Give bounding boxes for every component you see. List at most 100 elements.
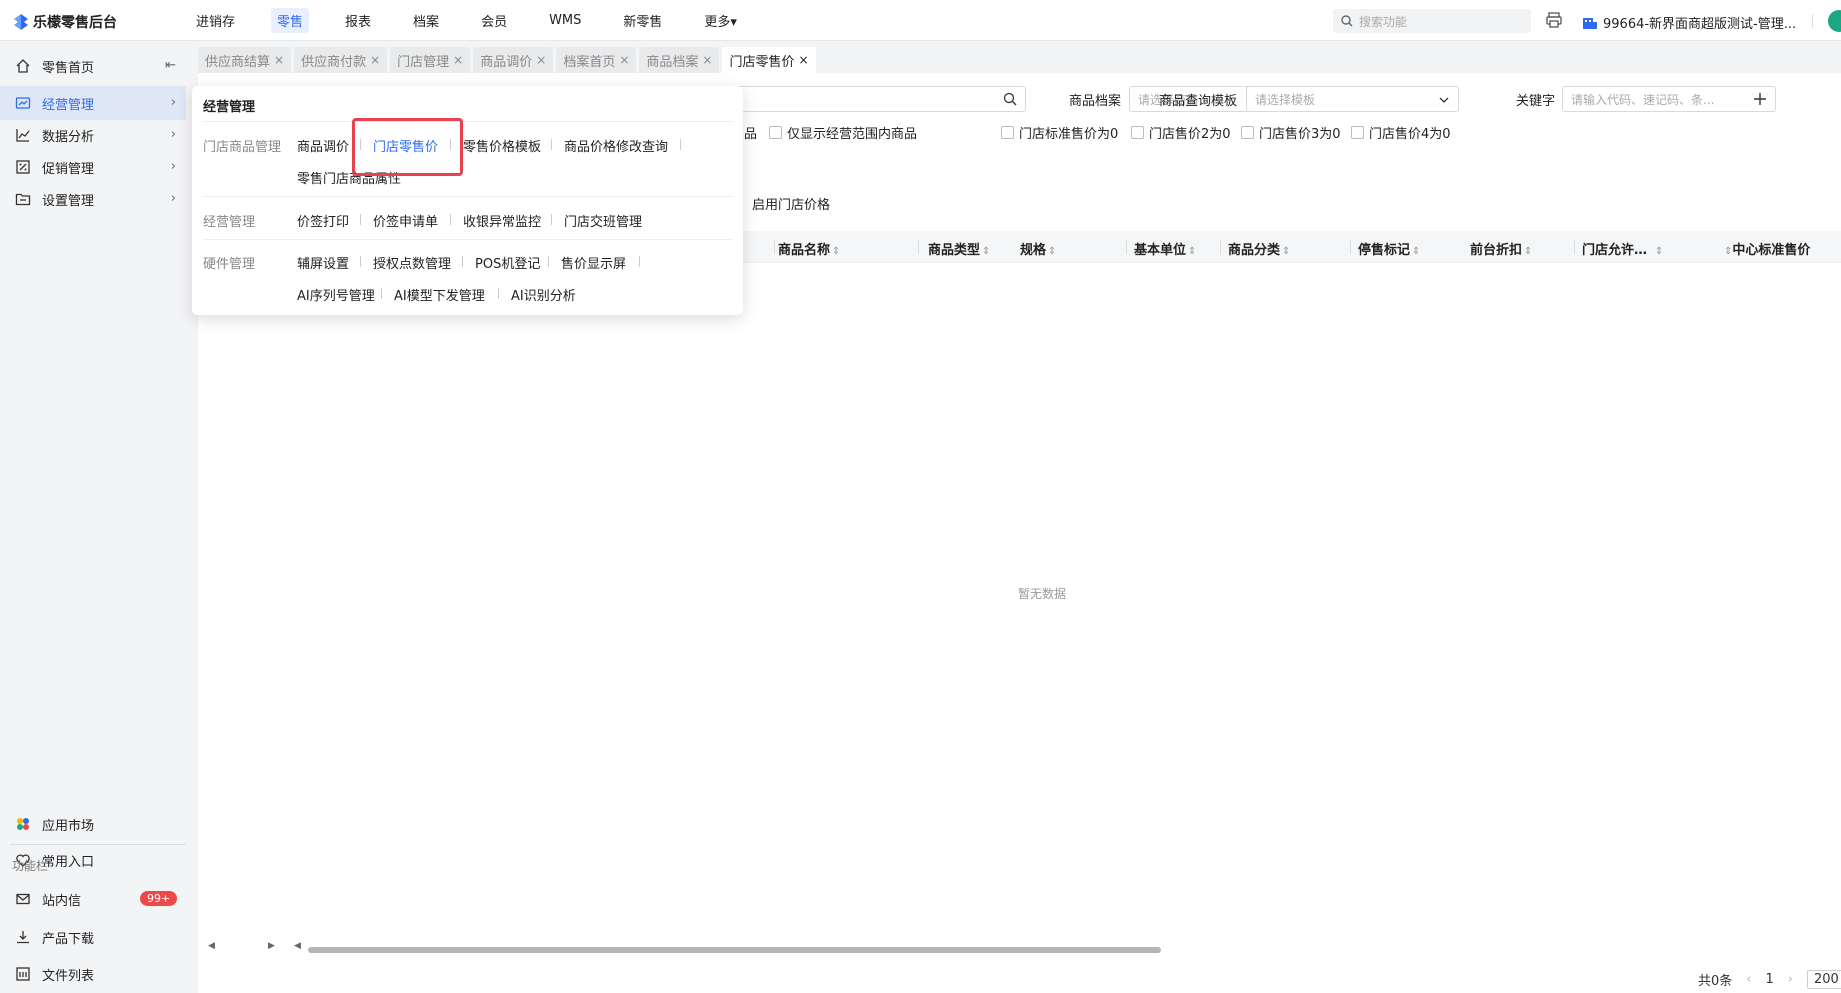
sort-icon[interactable]: ⇕ [1524,246,1532,257]
top-menu-more[interactable]: 更多▾ [698,8,743,33]
sidebar-item-files[interactable]: 文件列表 [0,957,186,991]
price3-zero-checkbox[interactable]: 门店售价3为0 [1241,123,1341,142]
menu-item-cashier-monitor[interactable]: 收银异常监控 [463,211,541,230]
scroll-right-icon[interactable]: ▶ [268,941,275,951]
menu-item-price-change-query[interactable]: 商品价格修改查询 [564,136,668,155]
top-menu-new-retail[interactable]: 新零售 [617,8,668,33]
top-menu-retail[interactable]: 零售 [271,8,310,33]
close-icon[interactable]: × [370,53,380,67]
checkbox-box[interactable] [769,126,782,139]
menu-item-ai-serial[interactable]: AI序列号管理 [297,285,375,304]
column-stop-sale[interactable]: 停售标记 ⇕ [1358,239,1420,258]
scroll-left-icon[interactable]: ◀ [294,941,301,951]
menu-item-ai-model-dispatch[interactable]: AI模型下发管理 [394,285,485,304]
keyword-label: 关键字 [1516,94,1556,109]
std-price-zero-checkbox[interactable]: 门店标准售价为0 [1001,123,1118,142]
close-icon[interactable]: × [274,53,284,67]
collapse-sidebar-icon[interactable]: ⇤ [165,58,176,73]
menu-item-shift-management[interactable]: 门店交班管理 [564,211,642,230]
sidebar-item-operation[interactable]: 经营管理 › [0,86,186,120]
column-category[interactable]: 商品分类 ⇕ [1228,239,1290,258]
price2-zero-checkbox[interactable]: 门店售价2为0 [1131,123,1231,142]
avatar[interactable] [1828,10,1841,32]
app-logo[interactable]: 乐檬零售后台 [14,12,117,32]
column-spec[interactable]: 规格 ⇕ [1020,239,1056,258]
sidebar-item-settings[interactable]: 设置管理 › [0,182,186,216]
store-selector[interactable]: 99664-新界面商超版测试-管理... [1582,13,1796,32]
sidebar-item-downloads[interactable]: 产品下载 [0,920,186,954]
sidebar-item-app-market[interactable]: 应用市场 [0,807,186,841]
menu-item-retail-price-template[interactable]: 零售价格模板 [463,136,541,155]
sort-icon[interactable]: ⇕ [1048,246,1056,257]
sort-icon[interactable]: ⇕ [982,246,990,257]
top-menu-inventory[interactable]: 进销存 [190,8,241,33]
top-menu-wms[interactable]: WMS [543,10,587,31]
sort-icon[interactable]: ⇕ [832,246,840,257]
menu-item-price-adjust[interactable]: 商品调价 [297,136,349,155]
close-icon[interactable]: × [619,53,629,67]
menu-item-price-display[interactable]: 售价显示屏 [561,253,626,272]
page-size-select[interactable]: 200 [1806,970,1841,989]
checkbox-box[interactable] [1241,126,1254,139]
next-page-icon[interactable]: › [1788,972,1793,987]
sidebar-item-messages[interactable]: 站内信 99+ [0,882,186,916]
top-menu-archive[interactable]: 档案 [407,8,445,33]
search-icon [1003,92,1017,106]
scrollbar-thumb[interactable] [308,947,1161,953]
app-title: 乐檬零售后台 [33,15,117,31]
close-icon[interactable]: × [536,53,546,67]
enable-store-price-button[interactable]: 启用门店价格 [752,194,830,213]
horizontal-scrollbar[interactable]: ◀ ▶ ◀ [208,941,1841,955]
function-search-input[interactable]: 搜索功能 [1333,9,1531,33]
tab-label: 商品档案 [646,54,699,70]
tab-price-adjust[interactable]: 商品调价 × [473,47,554,73]
tab-product-archive[interactable]: 商品档案 × [639,47,720,73]
menu-item-secondary-screen[interactable]: 辅屏设置 [297,253,349,272]
column-product-name[interactable]: 商品名称 ⇕ [778,239,840,258]
total-count: 共0条 [1698,974,1733,989]
checkbox-box[interactable] [1001,126,1014,139]
printer-icon[interactable] [1545,11,1563,29]
close-icon[interactable]: × [453,53,463,67]
price4-zero-checkbox[interactable]: 门店售价4为0 [1351,123,1451,142]
top-menu-reports[interactable]: 报表 [339,8,377,33]
sidebar-item-promotion[interactable]: 促销管理 › [0,150,186,184]
menu-item-license-points[interactable]: 授权点数管理 [373,253,451,272]
sort-icon[interactable]: ⇕ [1655,246,1663,257]
checkbox-box[interactable] [1131,126,1144,139]
tab-archive-home[interactable]: 档案首页 × [556,47,637,73]
sidebar-item-label: 文件列表 [42,968,95,984]
keyword-input[interactable]: 请输入代码、速记码、条... [1562,86,1776,112]
sort-icon[interactable]: ⇕ [1188,246,1196,257]
tab-supplier-payment[interactable]: 供应商付款 × [294,47,388,73]
top-menu-member[interactable]: 会员 [475,8,513,33]
checkbox-box[interactable] [1351,126,1364,139]
query-template-select[interactable]: 请选择模板 [1246,86,1459,112]
prev-page-icon[interactable]: ‹ [1746,972,1751,987]
column-product-type[interactable]: 商品类型 ⇕ [928,239,990,258]
column-store-allow[interactable]: 门店允许… ⇕ [1582,239,1663,258]
menu-item-label-request[interactable]: 价签申请单 [373,211,438,230]
sidebar-item-retail-home[interactable]: 零售首页 ⇤ [0,49,186,83]
tab-supplier-settlement[interactable]: 供应商结算 × [198,47,292,73]
scroll-left-icon[interactable]: ◀ [208,941,215,951]
sort-icon[interactable]: ⇕ [1412,246,1420,257]
menu-item-ai-analysis[interactable]: AI识别分析 [511,285,576,304]
column-front-discount[interactable]: 前台折扣 ⇕ [1470,239,1532,258]
tab-store-management[interactable]: 门店管理 × [390,47,471,73]
scope-only-checkbox[interactable]: 仅显示经营范围内商品 [769,123,917,142]
column-base-unit[interactable]: 基本单位 ⇕ [1134,239,1196,258]
close-icon[interactable]: × [798,53,808,67]
tab-store-retail-price[interactable]: 门店零售价 × [722,47,816,73]
plus-icon[interactable] [1753,92,1767,106]
operation-dropdown-menu: 经营管理 门店商品管理 商品调价 门店零售价 零售价格模板 商品价格修改查询 零… [192,86,743,315]
sort-icon[interactable]: ⇕ [1282,246,1290,257]
close-icon[interactable]: × [702,53,712,67]
sidebar-item-analytics[interactable]: 数据分析 › [0,118,186,152]
current-page[interactable]: 1 [1765,972,1773,987]
promotion-icon [14,158,32,176]
column-center-std-price[interactable]: ⇕中心标准售价 [1722,239,1810,258]
menu-item-pos-register[interactable]: POS机登记 [475,253,540,272]
menu-item-label-print[interactable]: 价签打印 [297,211,349,230]
column-label: 门店允许… [1582,243,1648,258]
